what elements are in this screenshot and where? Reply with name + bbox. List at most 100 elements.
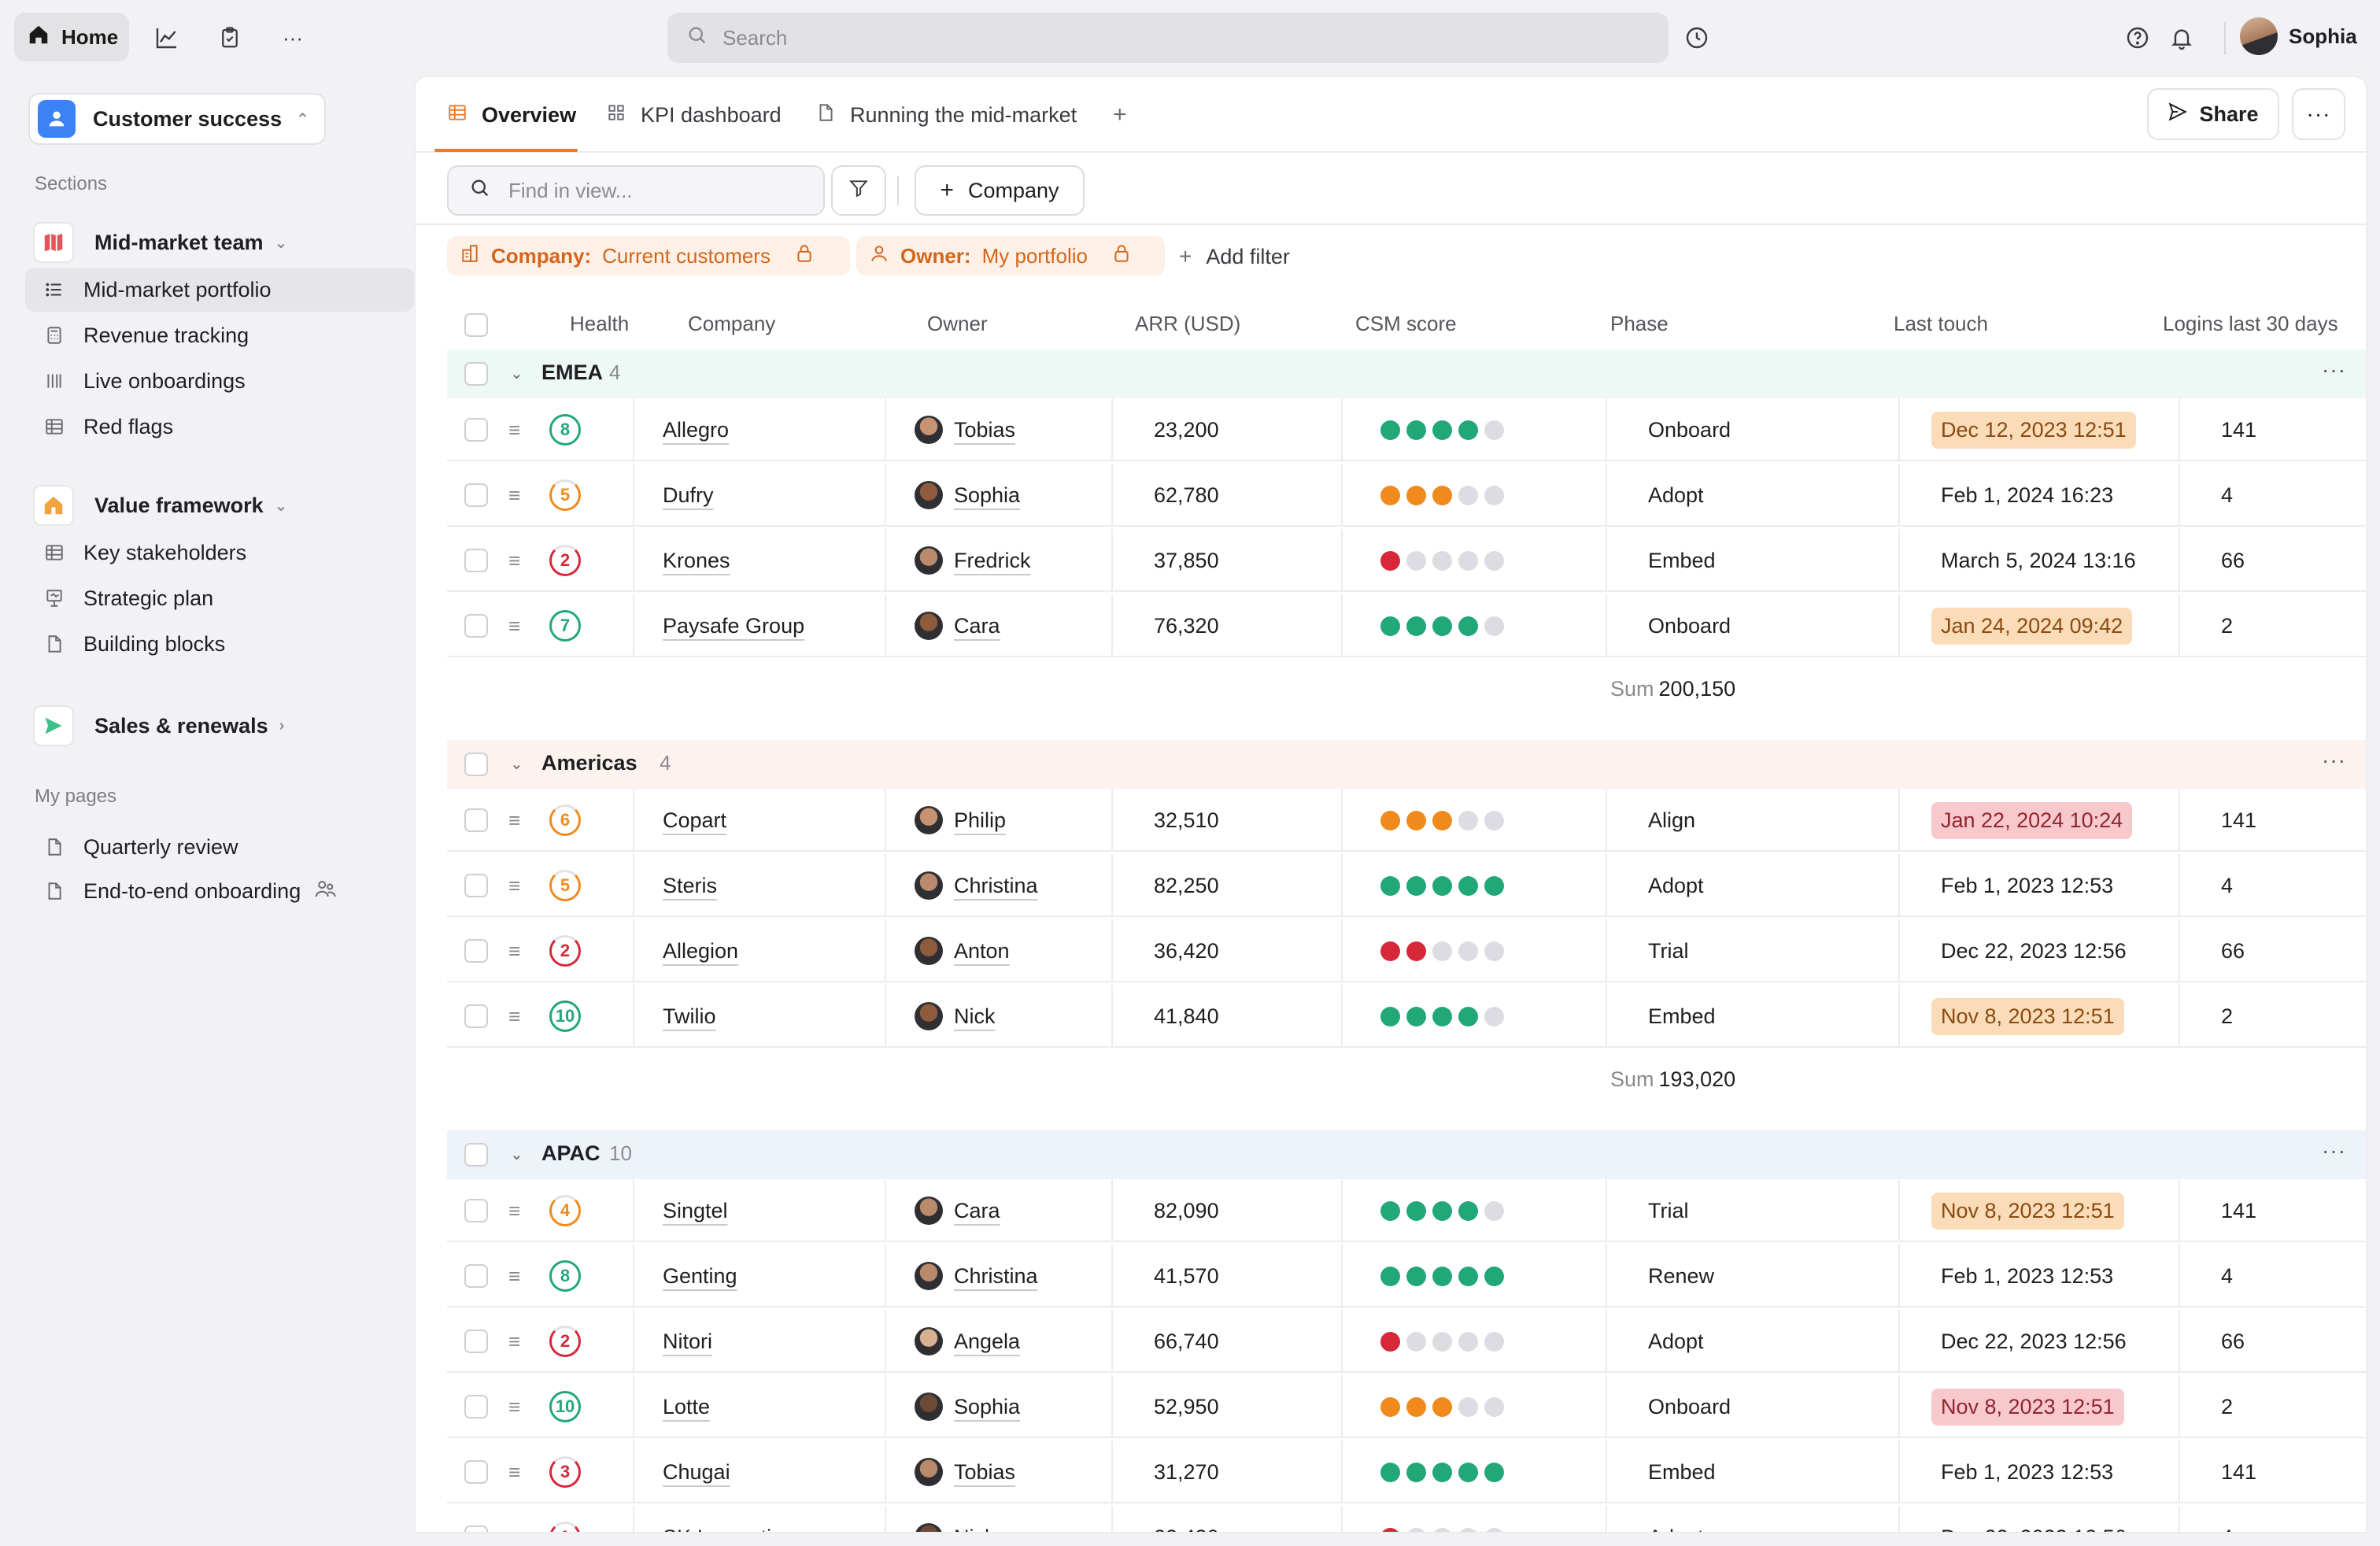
phase-value[interactable]: Trial	[1648, 1179, 1689, 1242]
owner-cell[interactable]: Sophia	[915, 1375, 1020, 1438]
drag-handle-icon[interactable]: ≡	[508, 854, 520, 917]
owner-cell[interactable]: Anton	[915, 919, 1010, 982]
table-row[interactable]: ≡ 8 Genting Christina 41,570 Renew Feb 1, 2023…	[447, 1245, 2366, 1307]
phase-value[interactable]: Onboard	[1648, 594, 1731, 657]
company-link[interactable]: Allegro	[663, 398, 729, 461]
drag-handle-icon[interactable]: ≡	[508, 464, 520, 527]
chevron-down-icon[interactable]: ⌄	[510, 754, 523, 774]
drag-handle-icon[interactable]: ≡	[508, 1375, 520, 1438]
workspace-switcher[interactable]: Customer success ⌃	[28, 93, 326, 145]
phase-value[interactable]: Renew	[1648, 1245, 1714, 1307]
row-checkbox[interactable]	[464, 614, 488, 638]
help-icon[interactable]	[2120, 20, 2155, 55]
group-header-row[interactable]: ⌄ APAC 10 ···	[447, 1130, 2366, 1179]
sidebar-item-end-to-end-onboarding[interactable]: End-to-end onboarding	[25, 869, 414, 913]
column-header-company[interactable]: Company	[688, 312, 775, 336]
company-link[interactable]: Singtel	[663, 1179, 728, 1242]
row-checkbox[interactable]	[464, 418, 488, 442]
chevron-down-icon[interactable]: ⌄	[510, 1145, 523, 1164]
drag-handle-icon[interactable]: ≡	[508, 919, 520, 982]
drag-handle-icon[interactable]: ≡	[508, 1179, 520, 1242]
tab-overview[interactable]: Overview	[447, 77, 576, 153]
row-checkbox[interactable]	[464, 1264, 488, 1288]
group-select-checkbox[interactable]	[464, 362, 488, 386]
group-more-icon[interactable]: ···	[2322, 748, 2346, 773]
tab-running-the-mid-market[interactable]: Running the mid-market	[815, 77, 1077, 153]
phase-value[interactable]: Embed	[1648, 985, 1716, 1048]
bell-icon[interactable]	[2164, 20, 2199, 55]
company-link[interactable]: Paysafe Group	[663, 594, 804, 657]
owner-cell[interactable]: Fredrick	[915, 529, 1031, 592]
sidebar-item-mid-market-portfolio[interactable]: Mid-market portfolio	[25, 268, 414, 312]
row-checkbox[interactable]	[464, 874, 488, 897]
owner-cell[interactable]: Sophia	[915, 464, 1020, 527]
group-select-checkbox[interactable]	[464, 1143, 488, 1167]
clipboard-icon[interactable]	[213, 20, 247, 55]
column-header-csm-score[interactable]: CSM score	[1355, 312, 1457, 336]
share-button[interactable]: Share	[2147, 88, 2279, 140]
row-checkbox[interactable]	[464, 1004, 488, 1028]
company-link[interactable]: SK Innovation	[663, 1506, 795, 1533]
user-menu[interactable]: Sophia	[2240, 17, 2357, 55]
column-header-last-touch[interactable]: Last touch	[1894, 312, 1988, 336]
table-row[interactable]: ≡ 8 Allegro Tobias 23,200 Onboard Dec 12, 2023…	[447, 398, 2366, 461]
row-checkbox[interactable]	[464, 939, 488, 963]
owner-cell[interactable]: Nick	[915, 1506, 996, 1532]
row-checkbox[interactable]	[464, 1330, 488, 1353]
more-options-button[interactable]: ···	[2292, 88, 2345, 140]
row-checkbox[interactable]	[464, 1395, 488, 1418]
owner-cell[interactable]: Cara	[915, 594, 1000, 657]
group-more-icon[interactable]: ···	[2322, 357, 2346, 383]
table-row[interactable]: ≡ 10 Twilio Nick 41,840 Embed Nov 8, 2023 12:5…	[447, 985, 2366, 1048]
table-row[interactable]: ≡ 2 Allegion Anton 36,420 Trial Dec 22, 2023 1…	[447, 919, 2366, 982]
home-button[interactable]: Home	[14, 13, 129, 61]
row-checkbox[interactable]	[464, 549, 488, 572]
company-link[interactable]: Lotte	[663, 1375, 710, 1438]
table-row[interactable]: ≡ 5 Dufry Sophia 62,780 Adopt Feb 1, 2024 16:2…	[447, 464, 2366, 527]
phase-value[interactable]: Adopt	[1648, 1310, 1704, 1373]
phase-value[interactable]: Trial	[1648, 919, 1689, 982]
company-link[interactable]: Steris	[663, 854, 717, 917]
table-row[interactable]: ≡ 5 Steris Christina 82,250 Adopt Feb 1, 2023 …	[447, 854, 2366, 917]
chevron-down-icon[interactable]: ⌄	[510, 364, 523, 383]
table-row[interactable]: ≡ 4 Singtel Cara 82,090 Trial Nov 8, 2023 12:5…	[447, 1179, 2366, 1242]
company-link[interactable]: Allegion	[663, 919, 738, 982]
chart-icon[interactable]	[150, 20, 184, 55]
drag-handle-icon[interactable]: ≡	[508, 789, 520, 852]
owner-cell[interactable]: Cara	[915, 1179, 1000, 1242]
drag-handle-icon[interactable]: ≡	[508, 594, 520, 657]
drag-handle-icon[interactable]: ≡	[508, 1441, 520, 1503]
group-select-checkbox[interactable]	[464, 753, 488, 776]
filter-chip-company[interactable]: Company: Current customers	[447, 236, 850, 276]
owner-cell[interactable]: Christina	[915, 854, 1038, 917]
add-tab-button[interactable]: +	[1113, 77, 1127, 153]
group-header-row[interactable]: ⌄ EMEA 4 ···	[447, 350, 2366, 398]
drag-handle-icon[interactable]: ≡	[508, 398, 520, 461]
sidebar-item-building-blocks[interactable]: Building blocks	[25, 622, 414, 666]
column-header-owner[interactable]: Owner	[927, 312, 988, 336]
sidebar-item-revenue-tracking[interactable]: Revenue tracking	[25, 313, 414, 357]
drag-handle-icon[interactable]: ≡	[508, 985, 520, 1048]
phase-value[interactable]: Align	[1648, 789, 1695, 852]
drag-handle-icon[interactable]: ≡	[508, 1310, 520, 1373]
sidebar-item-red-flags[interactable]: Red flags	[25, 405, 414, 449]
drag-handle-icon[interactable]: ≡	[508, 529, 520, 592]
tab-kpi-dashboard[interactable]: KPI dashboard	[606, 77, 782, 153]
owner-cell[interactable]: Tobias	[915, 1441, 1015, 1503]
owner-cell[interactable]: Nick	[915, 985, 996, 1048]
column-header-logins[interactable]: Logins last 30 days	[2163, 312, 2338, 336]
company-link[interactable]: Nitori	[663, 1310, 712, 1373]
table-row[interactable]: ≡ 10 Lotte Sophia 52,950 Onboard Nov 8, 2023 1…	[447, 1375, 2366, 1438]
row-checkbox[interactable]	[464, 1199, 488, 1222]
sidebar-group-value-framework[interactable]: Value framework ⌄	[25, 482, 414, 529]
table-row[interactable]: ≡ 2 Nitori Angela 66,740 Adopt Dec 22, 2023 12…	[447, 1310, 2366, 1373]
sidebar-item-live-onboardings[interactable]: Live onboardings	[25, 359, 414, 403]
row-checkbox[interactable]	[464, 1526, 488, 1532]
company-link[interactable]: Dufry	[663, 464, 714, 527]
company-link[interactable]: Krones	[663, 529, 730, 592]
owner-cell[interactable]: Angela	[915, 1310, 1020, 1373]
column-header-health[interactable]: Health	[570, 312, 629, 336]
column-header-arr[interactable]: ARR (USD)	[1135, 312, 1240, 336]
find-in-view-input[interactable]: Find in view...	[447, 165, 825, 216]
filter-chip-owner[interactable]: Owner: My portfolio	[856, 236, 1165, 276]
